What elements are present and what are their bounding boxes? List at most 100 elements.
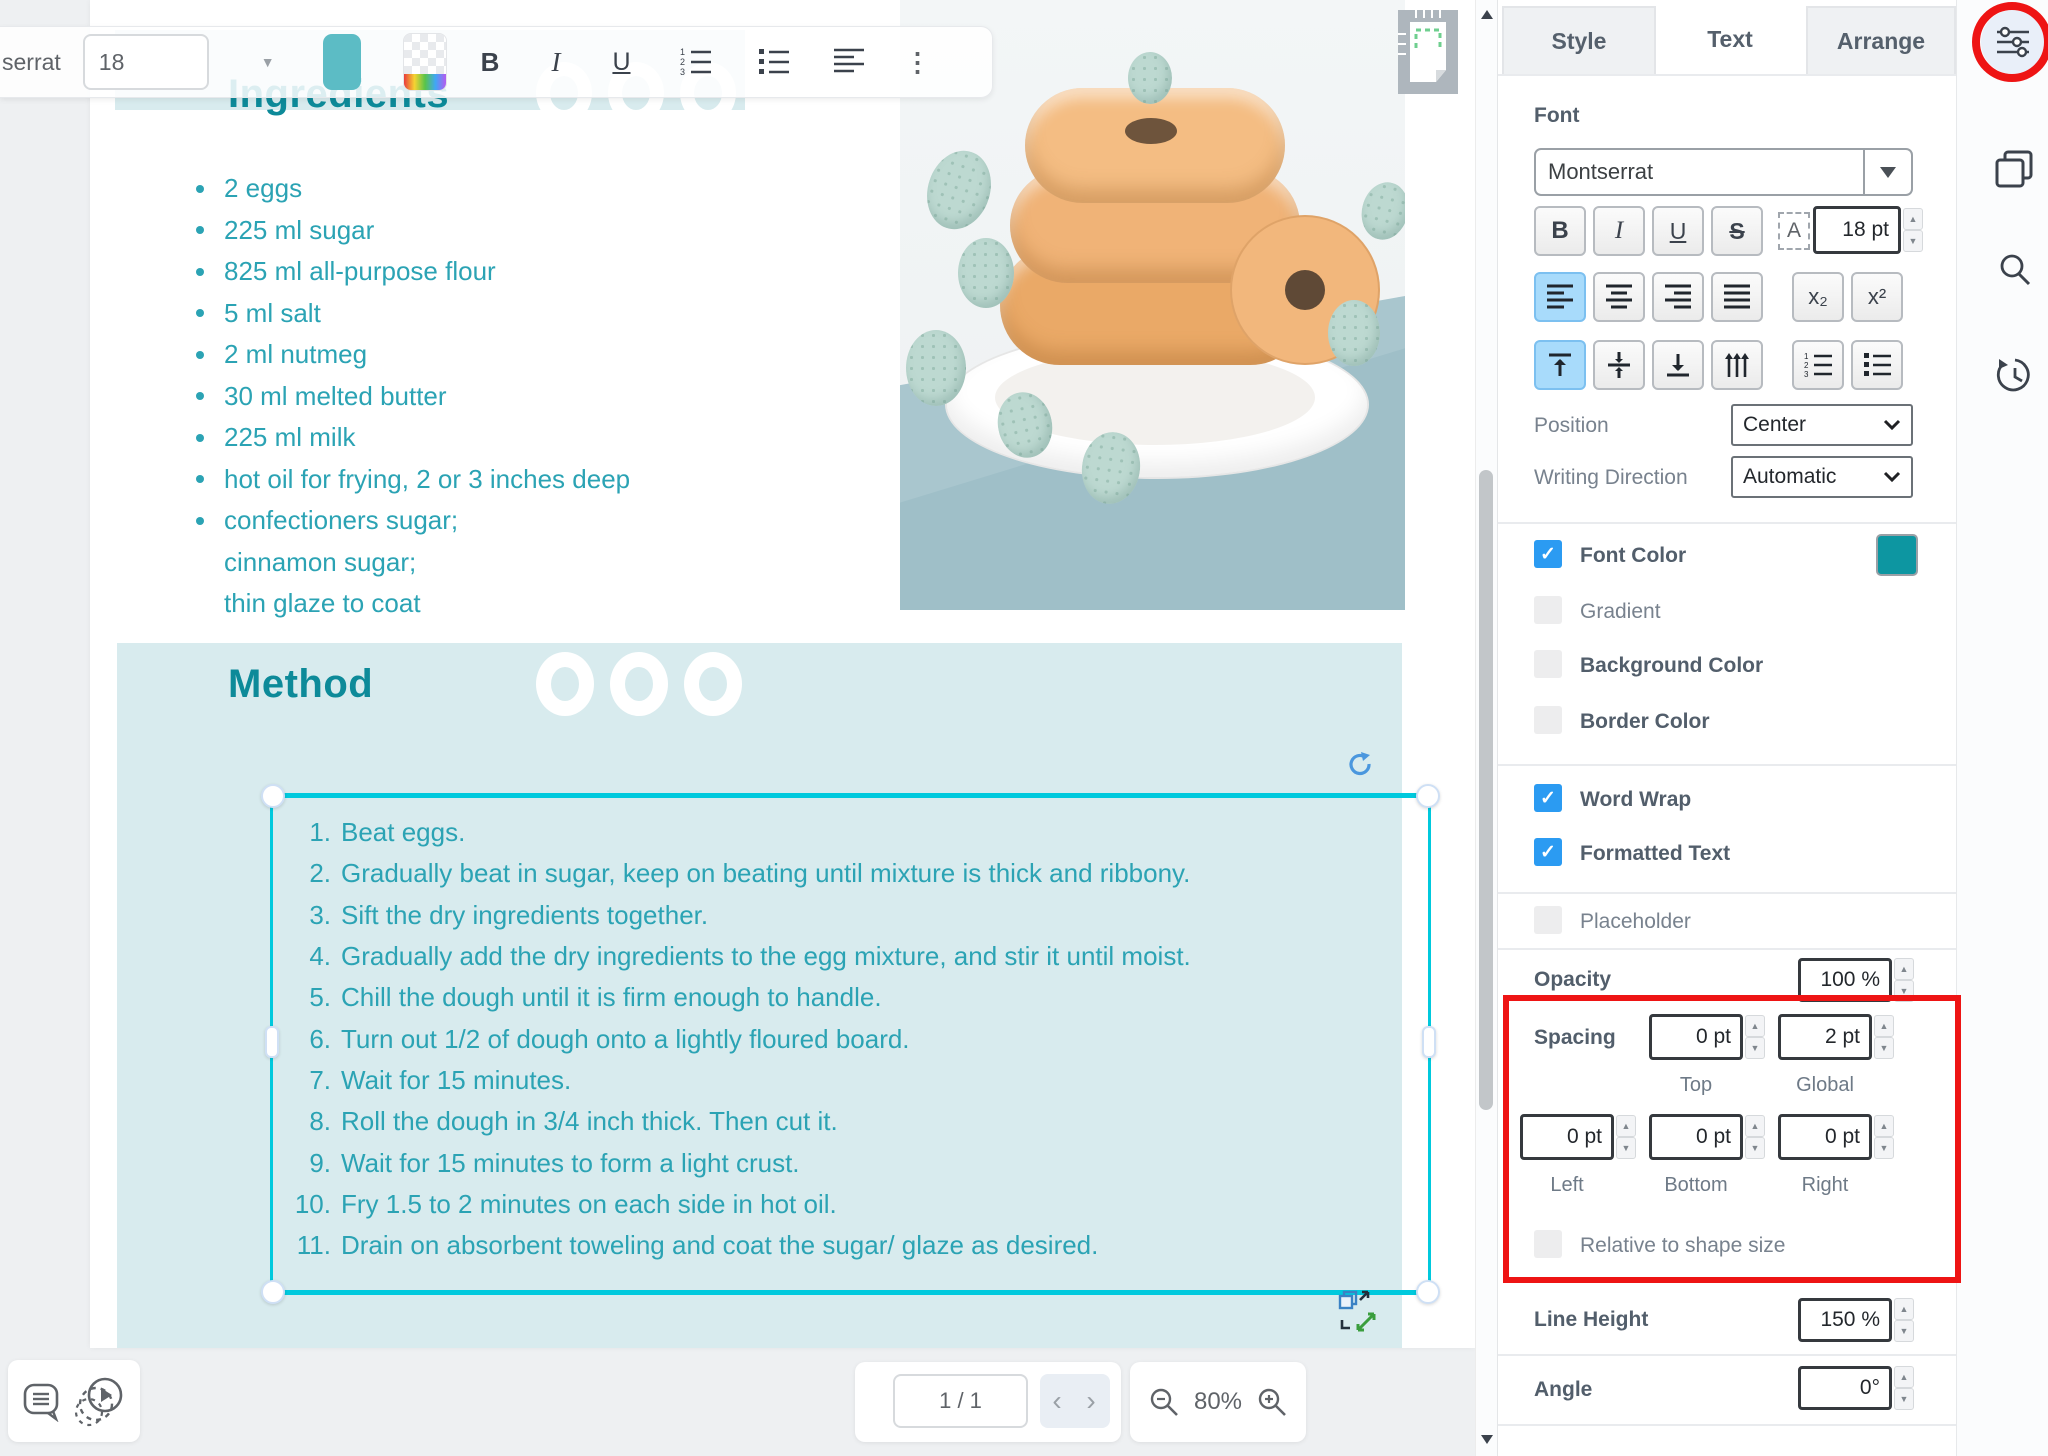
canvas-scrollbar[interactable] [1475,0,1499,1456]
bullet-list-button[interactable] [1851,340,1903,390]
resize-handle-bottom-right[interactable] [1416,1280,1440,1304]
selected-text-box[interactable]: 1.Beat eggs.2.Gradually beat in sugar, k… [270,793,1431,1295]
font-size-input[interactable]: 18 pt [1813,206,1901,254]
align-center-button[interactable] [1593,272,1645,322]
tab-style[interactable]: Style [1502,6,1656,76]
opacity-stepper[interactable]: ▲▼ [1894,958,1914,1002]
underline-button[interactable]: U [612,48,630,77]
numbered-list-button[interactable]: 123 [1792,340,1844,390]
previous-page-button[interactable]: ‹ [1040,1374,1074,1428]
angle-stepper[interactable]: ▲▼ [1894,1366,1914,1410]
align-left-button[interactable] [1534,272,1586,322]
ingredients-list[interactable]: 2 eggs225 ml sugar825 ml all-purpose flo… [196,168,896,625]
donut-top [1025,88,1285,203]
gradient-checkbox[interactable] [1534,596,1562,624]
vertical-align-middle-button[interactable] [1593,340,1645,390]
zoom-in-icon[interactable] [1256,1386,1288,1418]
italic-button[interactable]: I [551,47,560,78]
resize-handle-right[interactable] [1422,1026,1436,1058]
highlight-color-picker-icon[interactable] [403,33,447,91]
align-justify-button[interactable] [1711,272,1763,322]
properties-panel: Style Text Arrange Font Montserrat B I U… [1497,0,1956,1456]
formatted-text-checkbox[interactable]: ✓ [1534,838,1562,866]
vertical-align-top-button[interactable] [1534,340,1586,390]
tab-text[interactable]: Text [1656,6,1804,72]
font-size-stepper[interactable]: ▲▼ [1903,208,1923,252]
font-family-select[interactable]: Montserrat [1534,148,1913,196]
spacing-top-stepper[interactable]: ▲▼ [1745,1015,1765,1059]
bold-button[interactable]: B [481,47,500,78]
more-options-kebab-icon[interactable]: ⋮ [905,47,931,78]
align-right-button[interactable] [1652,272,1704,322]
italic-button[interactable]: I [1593,206,1645,256]
spacing-global-stepper[interactable]: ▲▼ [1874,1015,1894,1059]
resize-handle-left[interactable] [265,1026,279,1058]
line-spacing-button[interactable] [1711,340,1763,390]
scroll-down-icon[interactable] [1481,1435,1493,1444]
word-wrap-checkbox[interactable]: ✓ [1534,784,1562,812]
resize-handle-top-right[interactable] [1416,784,1440,808]
spacing-bottom-stepper[interactable]: ▲▼ [1745,1115,1765,1159]
relative-to-shape-checkbox[interactable] [1534,1230,1562,1258]
sliders-icon [1995,25,2031,59]
tab-arrange[interactable]: Arrange [1806,6,1956,76]
resize-handle-bottom-left[interactable] [261,1280,285,1304]
bold-button[interactable]: B [1534,206,1586,256]
zoom-out-icon[interactable] [1148,1386,1180,1418]
superscript-button[interactable]: x² [1851,272,1903,322]
spacing-bottom-input[interactable]: 0 pt [1649,1114,1743,1160]
underline-button[interactable]: U [1652,206,1704,256]
step-number: 5. [285,982,331,1013]
spacing-global-input[interactable]: 2 pt [1778,1014,1872,1060]
line-height-stepper[interactable]: ▲▼ [1894,1298,1914,1342]
font-family-partial[interactable]: serrat [2,49,61,76]
subscript-button[interactable]: x₂ [1792,272,1844,322]
opacity-input[interactable]: 100 % [1798,958,1892,1002]
spacing-right-stepper[interactable]: ▲▼ [1874,1115,1894,1159]
ingredient-item: 30 ml melted butter [196,376,896,418]
next-page-button[interactable]: › [1074,1374,1108,1428]
autofit-text-button[interactable]: A [1778,212,1810,250]
spacing-top-input[interactable]: 0 pt [1649,1014,1743,1060]
comments-icon[interactable] [22,1382,62,1422]
step-number: 8. [285,1106,331,1137]
border-color-checkbox[interactable] [1534,706,1562,734]
vertical-align-bottom-button[interactable] [1652,340,1704,390]
duplicate-resize-icons[interactable] [1336,1286,1388,1338]
resize-handle-top-left[interactable] [261,784,285,808]
spacing-left-stepper[interactable]: ▲▼ [1616,1115,1636,1159]
zoom-level-value[interactable]: 80% [1190,1388,1246,1416]
properties-sliders-button[interactable] [1981,10,2045,74]
pages-icon[interactable] [1993,148,2035,190]
rotate-icon[interactable] [1344,750,1374,780]
font-family-dropdown-icon[interactable] [1863,150,1911,194]
method-heading[interactable]: Method [228,662,373,707]
background-color-checkbox[interactable] [1534,650,1562,678]
align-button[interactable] [833,46,865,78]
text-color-swatch[interactable] [323,34,361,90]
line-height-input[interactable]: 150 % [1798,1298,1892,1342]
font-size-input[interactable]: 18 [83,34,209,90]
font-color-checkbox[interactable]: ✓ [1534,540,1562,568]
spacing-left-input[interactable]: 0 pt [1520,1114,1614,1160]
bullet-list-button[interactable] [757,46,791,78]
angle-input[interactable]: 0° [1798,1366,1892,1410]
bullet-icon [196,185,204,193]
page-number-input[interactable]: 1 / 1 [893,1374,1028,1428]
position-select[interactable]: Center [1731,404,1913,446]
writing-direction-select[interactable]: Automatic [1731,456,1913,498]
scrollbar-thumb[interactable] [1479,470,1493,1110]
method-steps-list[interactable]: 1.Beat eggs.2.Gradually beat in sugar, k… [285,812,1405,1266]
spacing-right-input[interactable]: 0 pt [1778,1114,1872,1160]
numbered-list-button[interactable]: 1 2 3 [679,46,713,78]
font-color-swatch[interactable] [1876,534,1918,576]
page-setup-icon[interactable] [1396,8,1460,96]
candy-egg [1128,52,1172,104]
history-icon[interactable] [1995,356,2035,396]
font-size-dropdown-icon[interactable]: ▼ [261,54,275,70]
search-icon[interactable] [1997,252,2033,288]
scroll-up-icon[interactable] [1481,10,1493,19]
strikethrough-button[interactable]: S [1711,206,1763,256]
preview-play-icon[interactable] [72,1374,128,1430]
placeholder-checkbox[interactable] [1534,906,1562,934]
